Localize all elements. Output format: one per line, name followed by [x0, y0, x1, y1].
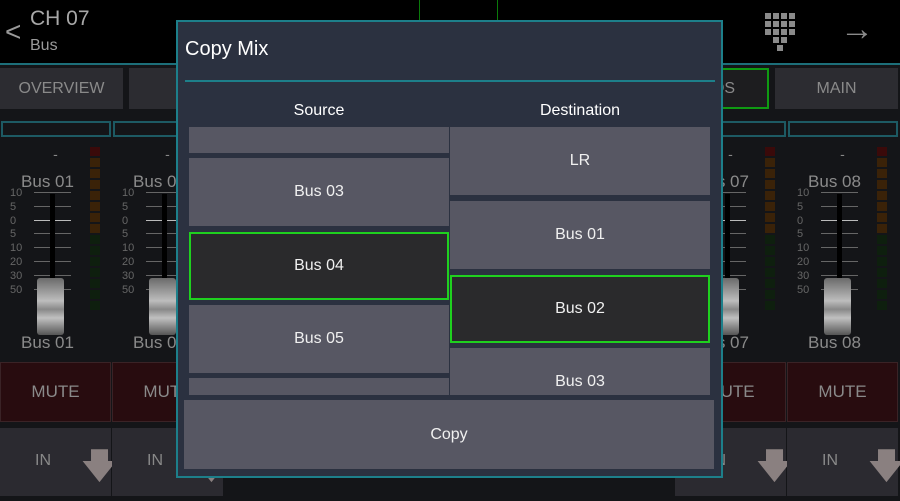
scale-label: 50: [122, 283, 135, 296]
channel-subtitle: Bus: [30, 37, 58, 54]
scale-label: 30: [10, 269, 23, 282]
source-item[interactable]: [189, 127, 449, 153]
scale-label: 10: [10, 242, 23, 255]
tab-overview[interactable]: OVERVIEW: [0, 68, 123, 109]
strip-name-bottom: Bus 08: [808, 333, 861, 352]
header-selected-button[interactable]: [419, 0, 498, 22]
source-item[interactable]: [189, 378, 449, 395]
scale-label: 30: [797, 269, 810, 282]
input-label: IN: [147, 452, 163, 469]
source-item[interactable]: Bus 05: [189, 305, 449, 373]
fader-handle[interactable]: [37, 278, 64, 335]
scale-label: 5: [122, 228, 129, 241]
scale-label: 5: [10, 200, 17, 213]
scale-label: 30: [122, 269, 135, 282]
scale-label: 20: [797, 256, 810, 268]
chevron-left-icon[interactable]: <: [5, 16, 21, 48]
scale-label: 50: [797, 283, 810, 296]
destination-item[interactable]: Bus 01: [450, 201, 710, 269]
tab-main[interactable]: MAIN: [775, 68, 898, 109]
level-meter: [877, 147, 887, 312]
scale-label: 10: [10, 187, 23, 199]
mute-button[interactable]: MUTE: [0, 362, 111, 422]
scale-label: 0: [797, 214, 804, 227]
destination-item[interactable]: LR: [450, 127, 710, 195]
scale-tick: [34, 192, 71, 193]
arrow-right-icon[interactable]: →: [840, 10, 874, 49]
scale-label: 5: [122, 200, 129, 213]
scale-label: 5: [10, 228, 17, 241]
fader-handle[interactable]: [149, 278, 176, 335]
source-list[interactable]: Bus 03 Bus 04 Bus 05: [189, 127, 449, 395]
level-meter: [765, 147, 775, 312]
destination-item[interactable]: Bus 03: [450, 348, 710, 395]
input-button[interactable]: IN🡇: [0, 428, 117, 496]
scale-label: 0: [10, 214, 17, 227]
input-label: IN: [822, 452, 838, 469]
strip-name: Bus 08: [808, 172, 861, 191]
arrow-down-icon: 🡇: [869, 447, 900, 485]
dialog-title: Copy Mix: [185, 38, 269, 60]
scale-label: 10: [122, 187, 135, 199]
scale-tick: [821, 192, 858, 193]
level-meter: [90, 147, 100, 312]
scale-label: 20: [122, 256, 135, 268]
scale-label: 10: [797, 187, 810, 199]
destination-list[interactable]: LR Bus 01 Bus 02 Bus 03: [450, 127, 710, 395]
channel-strip: - Bus 08 10 5 0 5 10 20 30 50 Bus 08 MUTE IN 🡇: [787, 112, 900, 497]
pan-slider[interactable]: [1, 121, 111, 137]
destination-header: Destination: [539, 102, 621, 119]
source-item[interactable]: Bus 03: [189, 158, 449, 226]
scale-label: 20: [10, 256, 23, 268]
source-header: Source: [293, 102, 345, 119]
scale-label: 50: [10, 283, 23, 296]
strip-name-bottom: Bus 01: [21, 333, 74, 352]
source-item-selected[interactable]: Bus 04: [189, 232, 449, 300]
channel-strip: - Bus 01 10 5 0 5 10 20 30 50 Bus 01 MUTE IN 🡇: [0, 112, 117, 497]
scale-label: 5: [797, 200, 804, 213]
input-button[interactable]: IN 🡇: [787, 428, 900, 496]
fader-handle[interactable]: [824, 278, 851, 335]
scale-label: 0: [122, 214, 129, 227]
input-label: IN: [35, 452, 51, 469]
copy-mix-dialog: Copy Mix Source Destination Bus 03 Bus 0…: [176, 20, 723, 478]
pan-slider[interactable]: [788, 121, 898, 137]
scale-label: 5: [797, 228, 804, 241]
scale-label: 10: [122, 242, 135, 255]
scale-label: 10: [797, 242, 810, 255]
mute-button[interactable]: MUTE: [787, 362, 898, 422]
copy-button[interactable]: Copy: [184, 400, 714, 469]
divider: [185, 80, 715, 82]
destination-item-selected[interactable]: Bus 02: [450, 275, 710, 343]
channel-title: CH 07: [30, 7, 90, 30]
keypad-icon[interactable]: [765, 13, 795, 51]
